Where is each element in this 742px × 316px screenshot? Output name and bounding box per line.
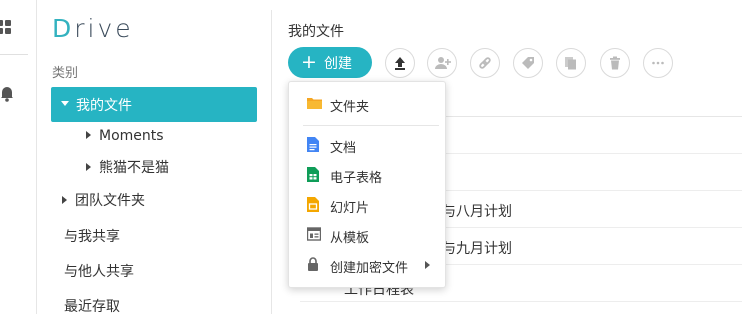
menu-item-sheet[interactable]: 电子表格 [289,161,445,189]
lock-icon [307,257,320,273]
chevron-right-icon [425,261,430,269]
chevron-right-icon [62,196,67,204]
create-button[interactable]: + 创建 [288,47,372,78]
more-icon[interactable] [643,48,673,78]
template-icon [306,227,322,243]
menu-divider [303,125,439,126]
sidebar-divider [271,10,272,314]
folder-icon [307,96,322,112]
apps-grid-icon[interactable] [0,20,11,34]
menu-item-encrypted[interactable]: 创建加密文件 [289,251,445,279]
menu-item-template[interactable]: 从模板 [289,221,445,249]
create-menu: 文件夹 文档 电子表格 幻灯片 从模板 创建加密文件 [288,81,446,288]
chevron-right-icon [86,163,91,171]
row-divider [300,301,742,302]
chevron-down-icon [61,101,69,106]
sidebar-item-shared-with-me[interactable]: 与我共享 [64,226,120,246]
add-user-icon[interactable] [427,48,457,78]
app-rail [0,0,37,314]
category-label: 类别 [52,66,79,81]
menu-item-folder[interactable]: 文件夹 [289,90,445,118]
slides-icon [307,197,320,213]
sidebar-item-team-folder[interactable]: 团队文件夹 [62,190,145,210]
plus-icon: + [301,51,317,73]
page-title: 我的文件 [288,24,344,40]
link-icon[interactable] [470,48,500,78]
create-button-label: 创建 [324,56,352,72]
chevron-right-icon [86,131,91,139]
table-header [443,86,742,117]
sidebar-item-label: 我的文件 [76,98,132,114]
table-row[interactable]: 与九月计划 [442,238,512,258]
bell-icon[interactable] [0,84,14,102]
rail-divider [0,54,28,55]
copy-icon[interactable] [556,48,586,78]
app-logo: Drive [52,14,134,43]
table-row[interactable]: 与八月计划 [442,201,512,221]
menu-item-slides[interactable]: 幻灯片 [289,191,445,219]
sidebar-item-shared-with-others[interactable]: 与他人共享 [64,261,134,281]
sidebar-item-recent[interactable]: 最近存取 [64,296,120,316]
sidebar-item-moments[interactable]: Moments [86,128,164,144]
upload-icon[interactable] [385,48,415,78]
tag-icon[interactable] [513,48,543,78]
trash-icon[interactable] [600,48,630,78]
sidebar-item-panda[interactable]: 熊猫不是猫 [86,157,169,177]
doc-icon [307,137,320,153]
menu-item-doc[interactable]: 文档 [289,131,445,159]
sidebar-item-my-files[interactable]: 我的文件 [51,87,257,122]
sheet-icon [307,167,320,183]
